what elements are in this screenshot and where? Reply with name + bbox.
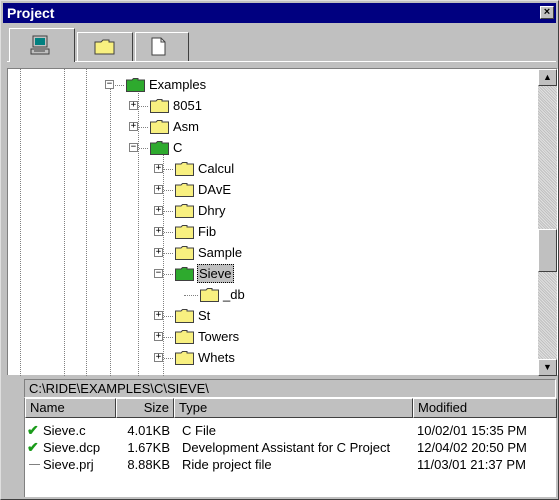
tab-workspace[interactable] [9, 28, 75, 62]
column-header-size[interactable]: Size [116, 398, 174, 418]
file-row[interactable]: Sieve.prj 8.88KB Ride project file 11/03/01… [25, 456, 557, 473]
file-row[interactable]: ✔ Sieve.c 4.01KB C File 10/02/01 15:35 PM [25, 422, 557, 439]
tree-node-sample[interactable]: Sample [175, 242, 295, 263]
tree-node-label: Calcul [198, 161, 235, 176]
tree-node-fib[interactable]: Fib [175, 221, 295, 242]
folder-icon [175, 162, 194, 176]
file-type: C File [182, 423, 216, 438]
tree-node-label: DAvE [198, 182, 231, 197]
file-name: Sieve.prj [43, 457, 94, 472]
file-name: Sieve.c [43, 423, 86, 438]
checkmark-icon: ✔ [27, 439, 39, 455]
tree-vertical-scrollbar[interactable]: ▲ ▼ [538, 69, 557, 376]
window-title: Project [7, 5, 55, 21]
column-header-name[interactable]: Name [25, 398, 116, 418]
current-path: C:\RIDE\EXAMPLES\C\SIEVE\ [24, 379, 556, 398]
folder-icon [150, 99, 169, 113]
tree-node-label: Asm [173, 119, 199, 134]
tree-node-label: Fib [198, 224, 217, 239]
tree-node-dave[interactable]: DAvE [175, 179, 295, 200]
checkmark-icon: ✔ [27, 422, 39, 438]
tree-node-label: C [173, 140, 183, 155]
tree-expander-sieve[interactable]: − [154, 269, 163, 278]
tree-node-label: 8051 [173, 98, 202, 113]
document-icon [151, 37, 166, 56]
close-icon[interactable]: × [540, 6, 554, 19]
tree-node-db[interactable]: _db [200, 284, 320, 305]
tree-node-sieve[interactable]: Sieve [175, 263, 295, 284]
tree-node-label: Examples [149, 77, 207, 92]
folder-icon [175, 309, 194, 323]
file-name: Sieve.dcp [43, 440, 101, 455]
file-row[interactable]: ✔ Sieve.dcp 1.67KB Development Assistant fo… [25, 439, 557, 456]
tree-node-calcul[interactable]: Calcul [175, 158, 295, 179]
tree-node-asm[interactable]: Asm [150, 116, 270, 137]
title-bar: Project × [3, 3, 556, 23]
tab-files[interactable] [135, 32, 189, 61]
tree-node-label: Dhry [198, 203, 226, 218]
tree-node-towers[interactable]: Towers [175, 326, 295, 347]
tree-node-whets[interactable]: Whets [175, 347, 295, 368]
tree-expander-st[interactable]: + [154, 311, 163, 320]
column-header-type[interactable]: Type [174, 398, 413, 418]
tree-node-c[interactable]: C [150, 137, 270, 158]
tree-node-label: Sample [198, 245, 243, 260]
file-list[interactable]: Name Size Type Modified ✔ Sieve.c 4.01KB C … [24, 398, 557, 497]
file-type: Ride project file [182, 457, 272, 472]
tree-expander-8051[interactable]: + [129, 101, 138, 110]
scroll-thumb[interactable] [538, 229, 557, 272]
file-type: Development Assistant for C Project [182, 440, 391, 455]
tree-node-examples[interactable]: Examples [126, 74, 246, 95]
folder-icon [94, 39, 115, 55]
tab-folders[interactable] [77, 32, 133, 61]
tree-expander-sample[interactable]: + [154, 248, 163, 257]
tree-node-label: Towers [198, 329, 240, 344]
tree-node-label: Whets [198, 350, 235, 365]
tree-node-label: St [198, 308, 211, 323]
folder-icon [126, 78, 145, 92]
tree-expander-whets[interactable]: + [154, 353, 163, 362]
folder-icon [175, 183, 194, 197]
tree-node-label: _db [223, 287, 245, 302]
tree-expander-examples[interactable]: − [105, 80, 114, 89]
tree-node-st[interactable]: St [175, 305, 295, 326]
tree-expander-towers[interactable]: + [154, 332, 163, 341]
folder-icon [150, 141, 169, 155]
project-window: Project × − Examples + 8051 + Asm − C + … [0, 0, 559, 500]
tree-node-8051[interactable]: 8051 [150, 95, 270, 116]
file-size: 8.88KB [127, 457, 170, 472]
folder-icon [175, 330, 194, 344]
tab-strip [7, 28, 556, 66]
tree-expander-dave[interactable]: + [154, 185, 163, 194]
tree-node-label: Sieve [197, 264, 234, 283]
folder-icon [175, 225, 194, 239]
folder-icon [200, 288, 219, 302]
folder-icon [175, 351, 194, 365]
tree-expander-c[interactable]: − [129, 143, 138, 152]
file-modified: 12/04/02 20:50 PM [417, 440, 527, 455]
computer-icon [30, 35, 50, 55]
column-header-modified[interactable]: Modified [413, 398, 557, 418]
scroll-up-button[interactable]: ▲ [538, 69, 557, 86]
tree-expander-asm[interactable]: + [129, 122, 138, 131]
tree-expander-fib[interactable]: + [154, 227, 163, 236]
tree-node-dhry[interactable]: Dhry [175, 200, 295, 221]
dash-icon [29, 464, 40, 465]
tree-expander-calcul[interactable]: + [154, 164, 163, 173]
scroll-down-button[interactable]: ▼ [538, 359, 557, 376]
folder-icon [175, 204, 194, 218]
project-tree[interactable]: − Examples +8051 + Asm − C + Calcul + DAvE + Dhry + Fi… [7, 68, 558, 376]
file-modified: 11/03/01 21:37 PM [417, 457, 526, 472]
folder-icon [175, 246, 194, 260]
file-size: 4.01KB [127, 423, 170, 438]
folder-icon [150, 120, 169, 134]
file-size: 1.67KB [127, 440, 170, 455]
folder-icon [175, 267, 194, 281]
tree-expander-dhry[interactable]: + [154, 206, 163, 215]
file-modified: 10/02/01 15:35 PM [417, 423, 527, 438]
